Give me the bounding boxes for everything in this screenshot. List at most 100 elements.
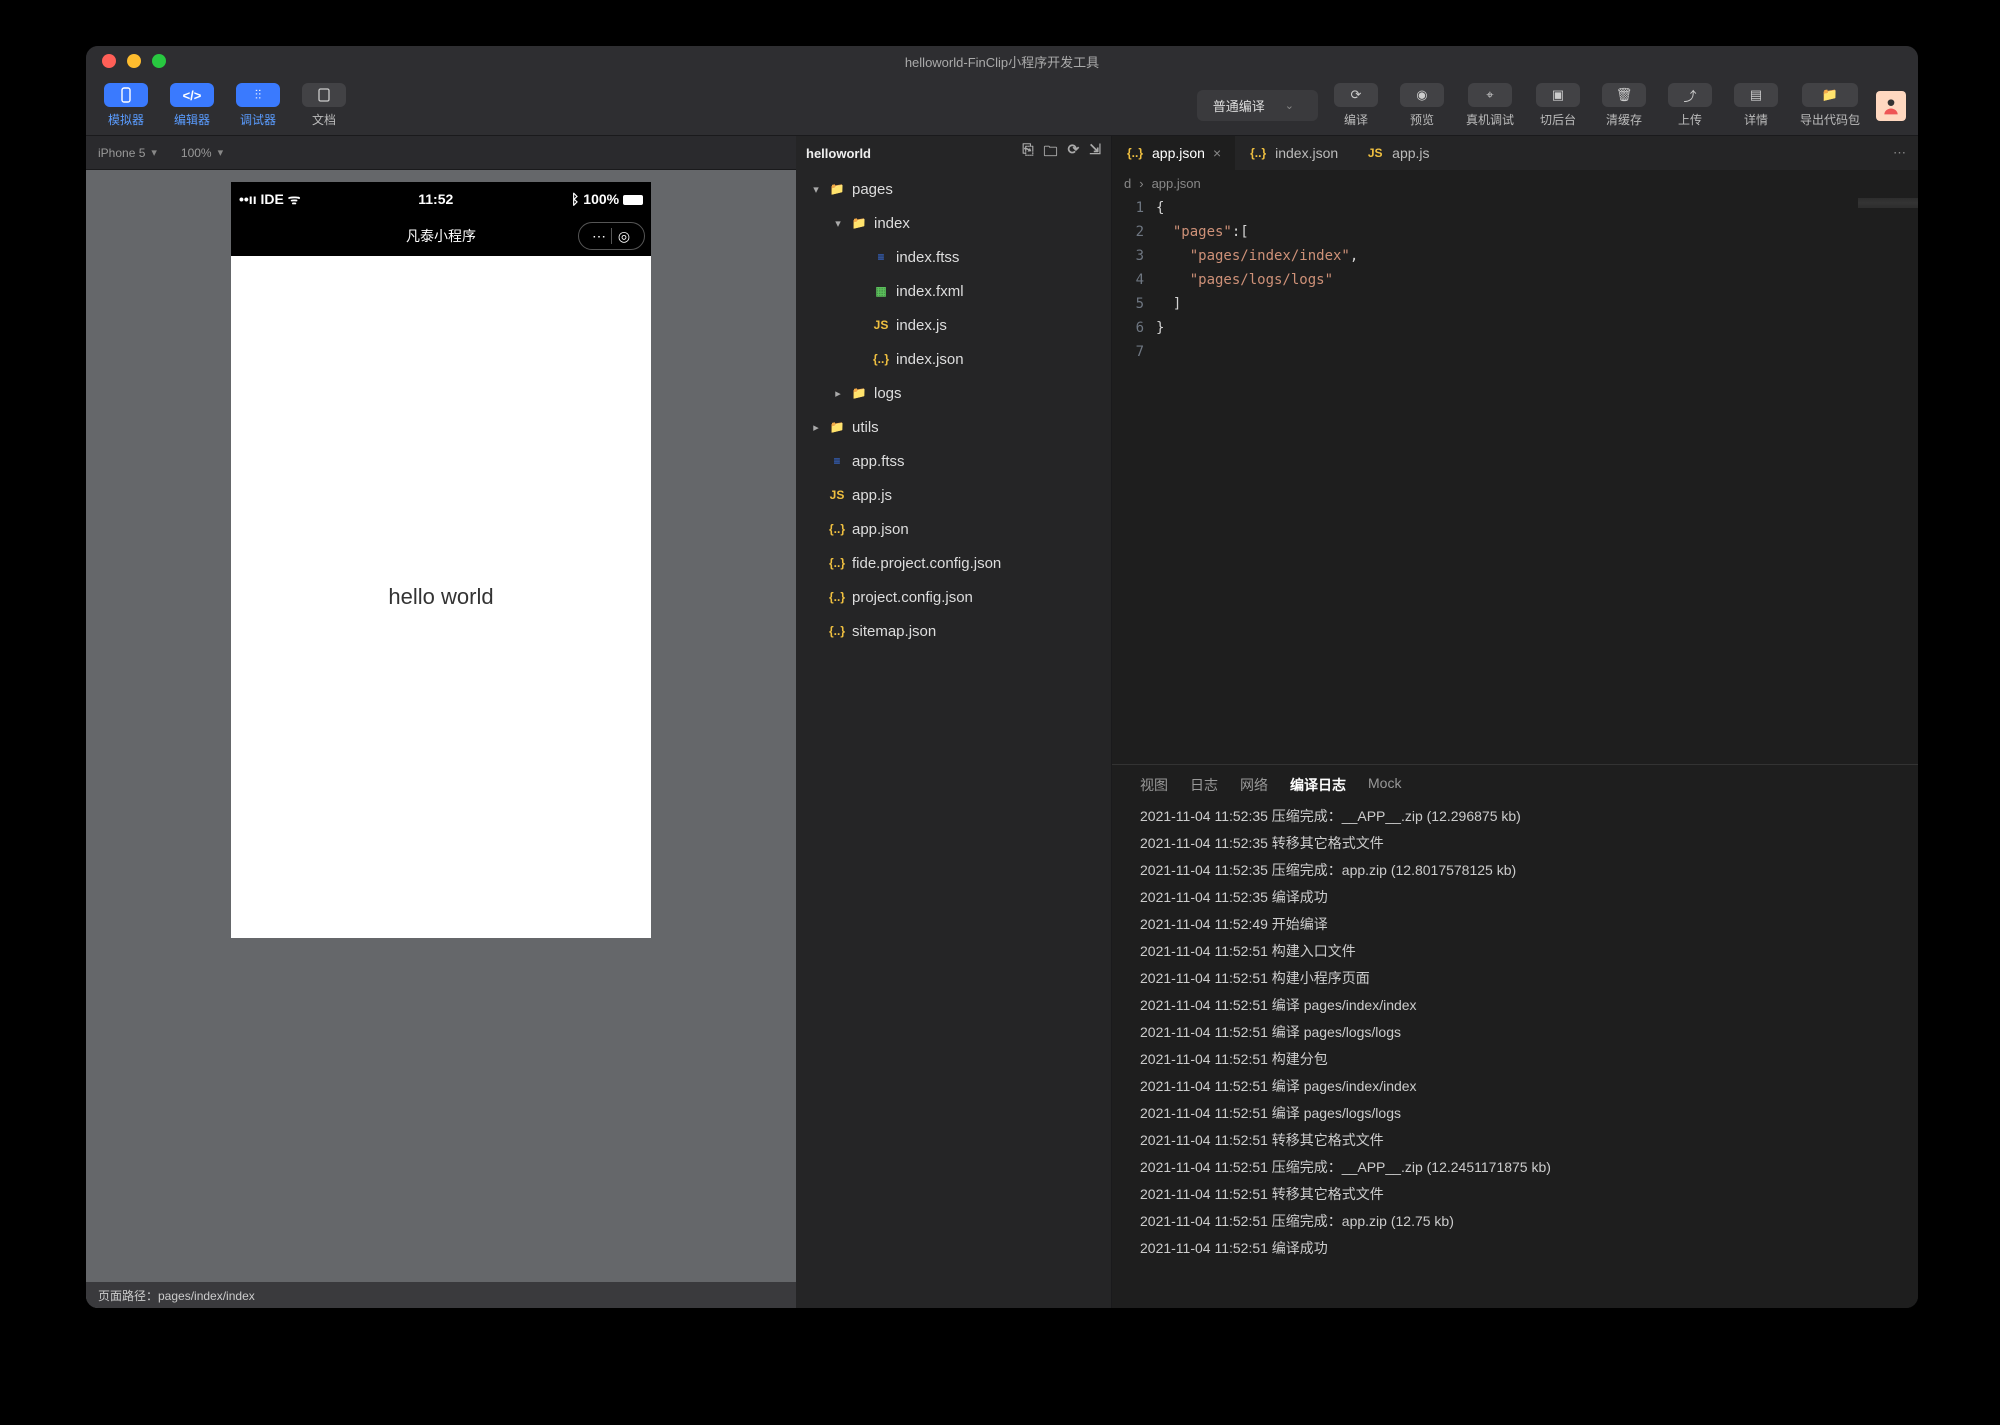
remote-debug-button[interactable]: ⌖ 真机调试 (1460, 81, 1520, 130)
preview-label: 预览 (1410, 111, 1434, 128)
tree-file[interactable]: {..}fide.project.config.json (796, 546, 1111, 580)
file-name: index.ftss (896, 249, 959, 266)
close-tab-icon[interactable]: × (1213, 145, 1221, 161)
editor-button[interactable]: </> 编辑器 (164, 81, 220, 130)
code-area[interactable]: 1234567 { "pages":[ "pages/index/index",… (1112, 196, 1918, 764)
status-bar: 页面路径：pages/index/index (86, 1282, 796, 1308)
file-name: index.json (896, 351, 964, 368)
more-icon[interactable]: ⋯ (587, 226, 611, 246)
tree-folder[interactable]: ▸📁utils (796, 410, 1111, 444)
json-icon: {..} (828, 520, 846, 538)
folder-icon: 📁 (850, 214, 868, 232)
avatar[interactable] (1876, 91, 1906, 121)
new-file-icon[interactable]: ⎘ (1022, 141, 1033, 165)
fxml-icon: ▦ (872, 282, 890, 300)
breadcrumb-part[interactable]: app.json (1152, 176, 1201, 191)
collapse-icon[interactable]: ⇲ (1089, 141, 1101, 165)
phone-nav-bar: 凡泰小程序 ⋯ ◎ (231, 216, 651, 256)
compile-mode-select[interactable]: 普通编译 ⌄ (1197, 90, 1318, 121)
debugger-button[interactable]: ⫶⫶ 调试器 (230, 81, 286, 130)
wifi-icon: ᯤ (288, 191, 301, 207)
breadcrumb-part[interactable]: d (1124, 176, 1131, 191)
log-line: 2021-11-04 11:52:51 编译 pages/logs/logs (1140, 1019, 1890, 1046)
file-name: app.json (852, 521, 909, 538)
console-tab[interactable]: 视图 (1140, 775, 1168, 795)
remote-label: 真机调试 (1466, 111, 1514, 128)
editor-tabs: {..}app.json×{..}index.jsonJSapp.js ⋯ (1112, 136, 1918, 170)
folder-icon: 📁 (828, 418, 846, 436)
js-icon: JS (1366, 144, 1384, 162)
close-miniprogram-icon[interactable]: ◎ (612, 226, 636, 246)
device-label: iPhone 5 (98, 146, 145, 160)
tree-file[interactable]: {..} app.json (796, 512, 1111, 546)
code-icon: </> (183, 88, 202, 103)
trash-icon: 🗑 (1616, 87, 1633, 103)
file-name: app.js (852, 487, 892, 504)
tree-file[interactable]: {..}project.config.json (796, 580, 1111, 614)
log-line: 2021-11-04 11:52:49 开始编译 (1140, 911, 1890, 938)
log-line: 2021-11-04 11:52:51 压缩完成：__APP__.zip (12… (1140, 1154, 1890, 1181)
upload-button[interactable]: ⤴ 上传 (1662, 81, 1718, 130)
nav-title: 凡泰小程序 (406, 226, 476, 246)
tree-folder[interactable]: ▾📁index (796, 206, 1111, 240)
tree-file[interactable]: ≡app.ftss (796, 444, 1111, 478)
device-icon (118, 87, 134, 103)
maximize-window-icon[interactable] (152, 54, 166, 68)
close-window-icon[interactable] (102, 54, 116, 68)
console-tab[interactable]: Mock (1368, 775, 1401, 795)
upload-icon: ⤴ (1683, 86, 1696, 105)
tree-folder[interactable]: ▾📁pages (796, 172, 1111, 206)
explorer-header: helloworld ⎘ 🗀 ⟳ ⇲ (796, 136, 1111, 170)
tree-file[interactable]: {..}sitemap.json (796, 614, 1111, 648)
editor-tab[interactable]: {..}app.json× (1112, 136, 1235, 170)
device-select[interactable]: iPhone 5 ▾ (98, 146, 157, 160)
tree-file[interactable]: {..}index.json (796, 342, 1111, 376)
compile-button[interactable]: ⟳ 编译 (1328, 81, 1384, 130)
refresh-icon[interactable]: ⟳ (1068, 141, 1080, 165)
main: iPhone 5 ▾ 100% ▾ ••ıı IDE ᯤ 11:52 ᛒ 100… (86, 136, 1918, 1308)
zoom-select[interactable]: 100% ▾ (181, 146, 223, 160)
console-panel: 视图日志网络编译日志Mock 2021-11-04 11:52:35 压缩完成：… (1112, 764, 1918, 1308)
folder-icon: 📁 (828, 180, 846, 198)
tree-file[interactable]: JS app.js (796, 478, 1111, 512)
signal-label: IDE (260, 191, 283, 207)
file-tree: ▾📁pages▾📁index≡index.ftss▦index.fxmlJSin… (796, 170, 1111, 1308)
preview-button[interactable]: ◉ 预览 (1394, 81, 1450, 130)
editor-tab[interactable]: {..}index.json (1235, 136, 1352, 170)
minimize-window-icon[interactable] (127, 54, 141, 68)
details-button[interactable]: ▤ 详情 (1728, 81, 1784, 130)
tree-file[interactable]: JSindex.js (796, 308, 1111, 342)
console-tab[interactable]: 日志 (1190, 775, 1218, 795)
tree-file[interactable]: ≡index.ftss (796, 240, 1111, 274)
console-tab[interactable]: 网络 (1240, 775, 1268, 795)
log-line: 2021-11-04 11:52:51 构建入口文件 (1140, 938, 1890, 965)
breadcrumb: d › app.json (1112, 170, 1918, 196)
clear-cache-button[interactable]: 🗑 清缓存 (1596, 81, 1652, 130)
more-tabs-icon[interactable]: ⋯ (1881, 136, 1918, 170)
editor-label: 编辑器 (174, 111, 210, 128)
background-label: 切后台 (1540, 111, 1576, 128)
file-name: logs (874, 385, 902, 402)
simulator-button[interactable]: 模拟器 (98, 81, 154, 130)
caret-icon: ▸ (832, 387, 844, 400)
eye-icon: ◉ (1416, 87, 1427, 103)
simulator-panel: iPhone 5 ▾ 100% ▾ ••ıı IDE ᯤ 11:52 ᛒ 100… (86, 136, 796, 1308)
tree-folder[interactable]: ▸📁logs (796, 376, 1111, 410)
chevron-down-icon: ⌄ (1285, 99, 1294, 112)
editor-tab[interactable]: JSapp.js (1352, 136, 1443, 170)
background-button[interactable]: ▣ 切后台 (1530, 81, 1586, 130)
css-icon: ≡ (828, 452, 846, 470)
export-button[interactable]: 📁 导出代码包 (1794, 81, 1866, 130)
folder-icon: 📁 (1822, 87, 1838, 103)
battery-label: 100% (583, 191, 619, 207)
minimap[interactable] (1858, 198, 1918, 208)
console-tab[interactable]: 编译日志 (1290, 775, 1346, 795)
titlebar: helloworld-FinClip小程序开发工具 (86, 46, 1918, 76)
docs-label: 文档 (312, 111, 336, 128)
new-folder-icon[interactable]: 🗀 (1044, 141, 1058, 165)
tree-file[interactable]: ▦index.fxml (796, 274, 1111, 308)
cache-label: 清缓存 (1606, 111, 1642, 128)
js-icon: JS (828, 486, 846, 504)
docs-button[interactable]: 文档 (296, 81, 352, 130)
editor-panel: {..}app.json×{..}index.jsonJSapp.js ⋯ d ›… (1112, 136, 1918, 1308)
